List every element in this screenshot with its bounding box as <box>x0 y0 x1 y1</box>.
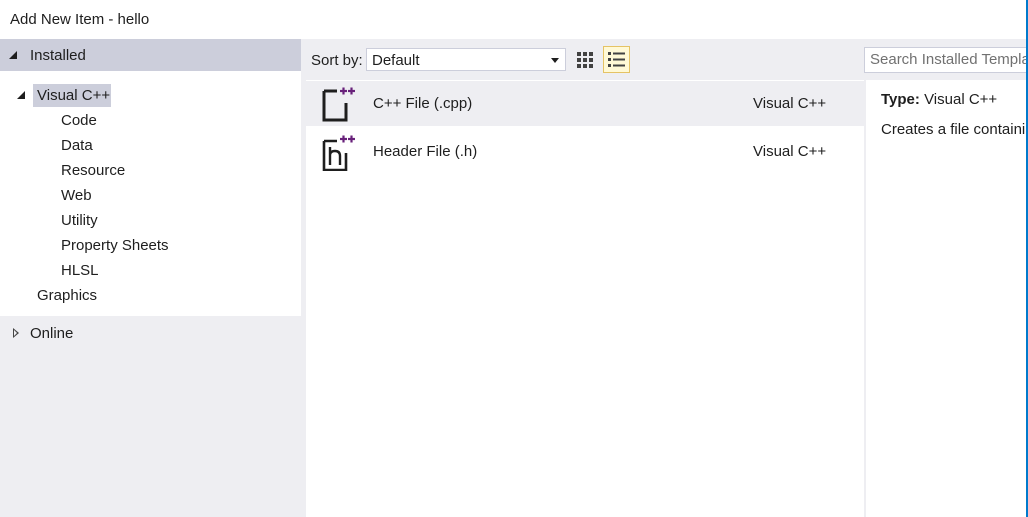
template-item-cpp-file[interactable]: C++ File (.cpp) Visual C++ <box>306 81 864 126</box>
online-node[interactable]: Online <box>30 325 73 342</box>
type-line: Type: Visual C++ <box>881 91 997 108</box>
template-name: C++ File (.cpp) <box>373 95 473 112</box>
tree-item-visual-cpp[interactable]: Visual C++ <box>37 87 110 104</box>
collapsed-arrow-icon[interactable] <box>13 328 19 338</box>
template-details: Type: Visual C++ Creates a file containi… <box>866 80 1026 517</box>
title-bar: Add New Item - hello <box>0 0 1028 39</box>
template-item-header-file[interactable]: Header File (.h) Visual C++ <box>306 129 864 174</box>
tree-item-utility[interactable]: Utility <box>61 212 98 229</box>
tree-item-property-sheets[interactable]: Property Sheets <box>61 237 169 254</box>
type-label: Type: <box>881 91 920 108</box>
template-name: Header File (.h) <box>373 143 478 160</box>
template-language: Visual C++ <box>753 143 827 160</box>
sort-by-label: Sort by: <box>311 52 363 69</box>
expanded-arrow-icon[interactable] <box>17 91 25 99</box>
cpp-file-icon <box>322 87 355 122</box>
list-view-icon <box>608 52 625 67</box>
tree-item-resource[interactable]: Resource <box>61 162 125 179</box>
header-file-icon <box>322 135 355 171</box>
chevron-down-icon <box>551 58 559 63</box>
list-view-button[interactable] <box>603 46 630 73</box>
expanded-arrow-icon[interactable] <box>9 51 17 59</box>
type-value: Visual C++ <box>924 91 998 108</box>
template-language: Visual C++ <box>753 95 827 112</box>
sort-value: Default <box>372 52 420 69</box>
template-description: Creates a file containing C++ source cod… <box>881 121 1026 138</box>
tree-item-data[interactable]: Data <box>61 137 93 154</box>
window-title: Add New Item - hello <box>10 11 150 28</box>
grid-view-icon <box>577 52 593 68</box>
medium-icons-view-button[interactable] <box>574 46 598 72</box>
tree-item-hlsl[interactable]: HLSL <box>61 262 99 279</box>
tree-item-web[interactable]: Web <box>61 187 92 204</box>
installed-node[interactable]: Installed <box>0 39 301 71</box>
tree-item-code[interactable]: Code <box>61 112 97 129</box>
installed-label: Installed <box>30 47 86 64</box>
category-tree <box>0 71 301 316</box>
tree-item-graphics[interactable]: Graphics <box>37 287 97 304</box>
search-input[interactable] <box>870 51 1028 68</box>
search-templates-box[interactable] <box>864 47 1028 73</box>
sort-dropdown[interactable]: Default <box>366 48 566 71</box>
